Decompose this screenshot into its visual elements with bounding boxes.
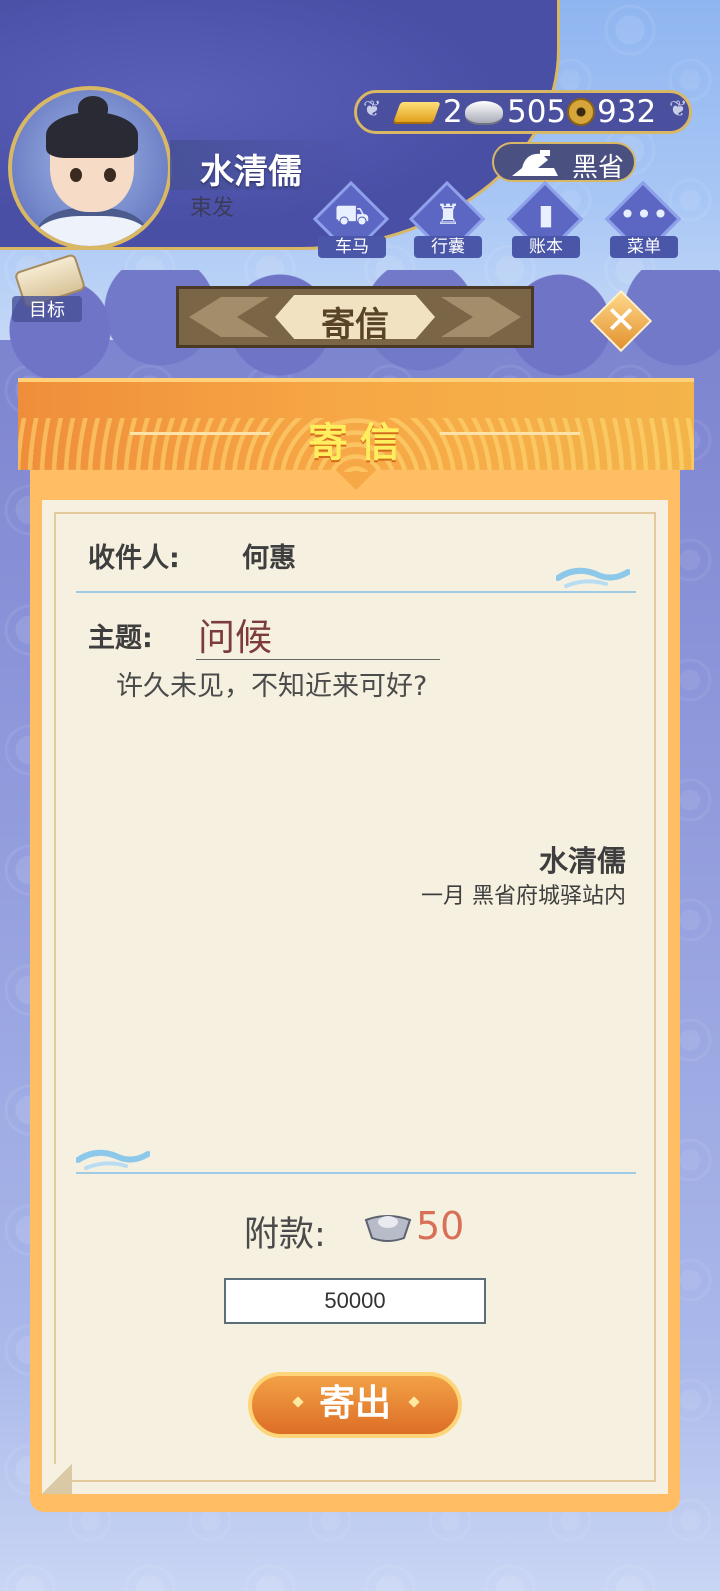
payment-amount-input[interactable] [224,1278,486,1324]
province-selector[interactable]: 黑省 [492,142,636,183]
payment-label: 附款: [244,1215,326,1255]
goal-button[interactable]: 目标 [12,253,87,322]
bundle-button[interactable]: ♜ 行囊 [408,180,488,268]
coin-counter: 932 [567,93,656,131]
silver-ingot-icon [465,101,503,123]
recipient-name[interactable]: 何惠 [242,536,296,575]
silver-counter: 505 [465,93,566,131]
subject-field[interactable]: 问候 [198,607,272,661]
more-icon: ••• [619,198,669,231]
wave-decoration [556,567,630,588]
copper-coin-icon [567,98,595,126]
recipient-label: 收件人: [88,543,180,574]
send-button[interactable]: 寄出 [248,1372,462,1438]
bundle-icon: ♜ [435,198,461,231]
player-rank-title: 束发 [190,196,235,221]
gold-counter: 2 [393,93,463,131]
payment-amount: 50 [416,1204,465,1248]
carriage-button[interactable]: ⛟ 车马 [312,180,392,268]
ledger-icon: ▮ [538,198,554,231]
gold-bar-icon [393,102,441,122]
letter-body: 许久未见，不知近来可好? [116,671,428,702]
player-name: 水清儒 [200,152,302,192]
page-curl-decoration [42,1464,72,1494]
letter-signature: 水清儒 [538,844,626,878]
wave-decoration [76,1149,150,1170]
close-icon: ✕ [605,298,637,342]
province-name: 黑省 [572,153,625,183]
carriage-icon: ⛟ [334,198,370,231]
currency-bar: ❦ 2 505 932 ❦ [354,90,692,134]
close-button[interactable]: ✕ [589,289,653,353]
bamboo-icon: ❦ [363,97,382,122]
letter-date-place: 一月 黑省府城驿站内 [421,884,626,909]
subject-label: 主题: [88,623,153,654]
menu-button[interactable]: ••• 菜单 [604,180,684,268]
letter-header-title: 寄信 [308,420,412,466]
silver-ingot-icon [364,1215,412,1242]
page-title-plaque: 寄信 [176,286,534,348]
page-title: 寄信 [321,305,389,345]
player-avatar[interactable] [8,86,172,250]
bamboo-icon: ❦ [669,97,688,122]
ledger-button[interactable]: ▮ 账本 [506,180,586,268]
iron-icon [512,150,558,176]
